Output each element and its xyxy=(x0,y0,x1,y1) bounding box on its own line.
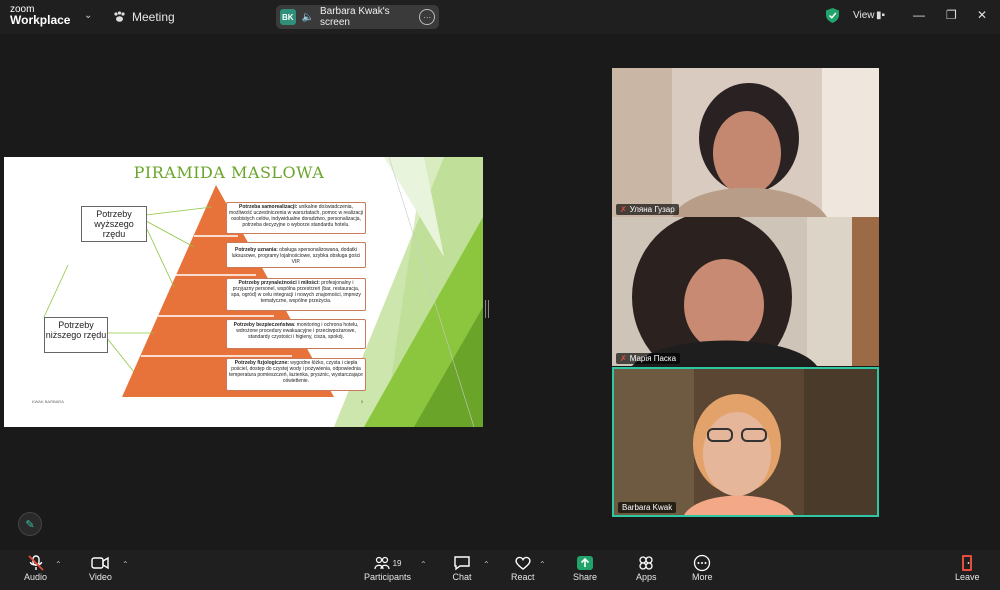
more-label: More xyxy=(692,572,713,582)
panel-resize-handle[interactable] xyxy=(485,300,489,318)
react-label: React xyxy=(511,572,535,582)
share-button[interactable]: Share xyxy=(573,554,597,582)
leave-button[interactable]: Leave xyxy=(955,554,980,582)
apps-icon xyxy=(636,554,656,572)
react-options-chevron-icon[interactable]: ⌃ xyxy=(539,560,546,569)
more-options-icon[interactable]: ··· xyxy=(419,9,435,25)
chevron-down-icon[interactable]: ⌄ xyxy=(84,10,92,21)
chat-options-chevron-icon[interactable]: ⌃ xyxy=(483,560,490,569)
mic-off-icon: ✗ xyxy=(620,354,627,363)
leave-door-icon xyxy=(957,554,977,572)
participant-video xyxy=(614,369,877,515)
participant-name: Barbara Kwak xyxy=(622,503,673,512)
leave-label: Leave xyxy=(955,572,980,582)
video-label: Video xyxy=(89,572,112,582)
slide-page-number: 5 xyxy=(361,399,364,404)
heart-icon xyxy=(513,554,533,572)
participant-video xyxy=(612,68,879,217)
participant-name-tag: ✗ Уляна Гузар xyxy=(616,204,679,215)
audio-options-chevron-icon[interactable]: ⌃ xyxy=(55,560,62,569)
view-button[interactable]: View xyxy=(853,10,875,21)
level-physiological: Potrzeby fizjologiczne: wygodne łóżko, c… xyxy=(226,358,366,391)
shield-check-icon[interactable] xyxy=(826,8,839,23)
view-layout-icon[interactable]: ▮▪ xyxy=(876,10,885,21)
presenter-initials: BK xyxy=(280,9,296,25)
top-bar: zoom Workplace ⌄ Meeting BK 🔈 Barbara Kw… xyxy=(0,0,1000,34)
share-banner-label: Barbara Kwak's screen xyxy=(319,6,390,28)
level-belonging: Potrzeby przynależności i miłości: profe… xyxy=(226,278,366,311)
chat-button[interactable]: Chat xyxy=(452,554,472,582)
level-self-actualization: Potrzeba samorealizacji: unikalne doświa… xyxy=(226,202,366,234)
participant-name: Уляна Гузар xyxy=(629,205,675,214)
lower-needs-box: Potrzeby niższego rzędu xyxy=(44,317,108,353)
participant-tile[interactable]: ✗ Уляна Гузар xyxy=(612,68,879,217)
active-speaker-tile[interactable]: Barbara Kwak xyxy=(612,367,879,517)
audio-button[interactable]: Audio xyxy=(24,554,47,582)
participants-count: 19 xyxy=(392,558,402,568)
annotate-pencil-button[interactable]: ✎ xyxy=(18,512,42,536)
screen-share-banner[interactable]: BK 🔈 Barbara Kwak's screen ··· xyxy=(276,5,439,29)
participant-video xyxy=(612,217,879,366)
participant-name-tag: Barbara Kwak xyxy=(618,502,677,513)
zoom-logo: zoom Workplace xyxy=(10,4,70,26)
slide-footer-author: KWAK BARBARA xyxy=(32,399,64,404)
mic-muted-icon xyxy=(26,554,46,572)
higher-needs-box: Potrzeby wyższego rzędu xyxy=(81,206,147,242)
level-safety: Potrzeby bezpieczeństwa: monitoring i oc… xyxy=(226,319,366,349)
participants-icon: 19 xyxy=(368,554,408,572)
video-button[interactable]: Video xyxy=(89,554,112,582)
participants-label: Participants xyxy=(364,572,412,582)
more-button[interactable]: More xyxy=(692,554,713,582)
audio-label: Audio xyxy=(24,572,48,582)
meeting-toolbar: Audio ⌃ Video ⌃ 19 Participants ⌃ Chat ⌃… xyxy=(0,550,1000,590)
chat-icon xyxy=(452,554,472,572)
paw-icon xyxy=(114,11,125,22)
mic-off-icon: ✗ xyxy=(620,205,627,214)
level-esteem: Potrzeby uznania: obsługa spersonalizowa… xyxy=(226,242,366,268)
participant-name: Марія Паска xyxy=(629,354,677,363)
camera-icon xyxy=(90,554,110,572)
restore-icon[interactable]: ❐ xyxy=(946,8,957,22)
participants-button[interactable]: 19 Participants xyxy=(364,554,411,582)
participant-name-tag: ✗ Марія Паска xyxy=(616,353,681,364)
pencil-icon: ✎ xyxy=(25,518,35,531)
shared-screen-slide: PIRAMIDA MASLOWA Potrzeby wyższego rzędu… xyxy=(4,157,483,427)
video-options-chevron-icon[interactable]: ⌃ xyxy=(122,560,129,569)
more-icon xyxy=(692,554,712,572)
close-icon[interactable]: ✕ xyxy=(977,8,987,22)
minimize-icon[interactable]: — xyxy=(913,8,925,22)
apps-label: Apps xyxy=(636,572,657,582)
share-screen-icon xyxy=(575,554,595,572)
chat-label: Chat xyxy=(452,572,472,582)
share-label: Share xyxy=(573,572,598,582)
participants-options-chevron-icon[interactable]: ⌃ xyxy=(420,560,427,569)
speaker-icon: 🔈 xyxy=(301,11,314,23)
slide-title: PIRAMIDA MASLOWA xyxy=(133,163,325,182)
participant-tile[interactable]: ✗ Марія Паска xyxy=(612,217,879,366)
meeting-label: Meeting xyxy=(132,10,175,24)
meeting-info-button[interactable]: Meeting xyxy=(113,10,175,24)
apps-button[interactable]: Apps xyxy=(636,554,657,582)
logo-bottom: Workplace xyxy=(10,13,71,27)
react-button[interactable]: React xyxy=(511,554,535,582)
